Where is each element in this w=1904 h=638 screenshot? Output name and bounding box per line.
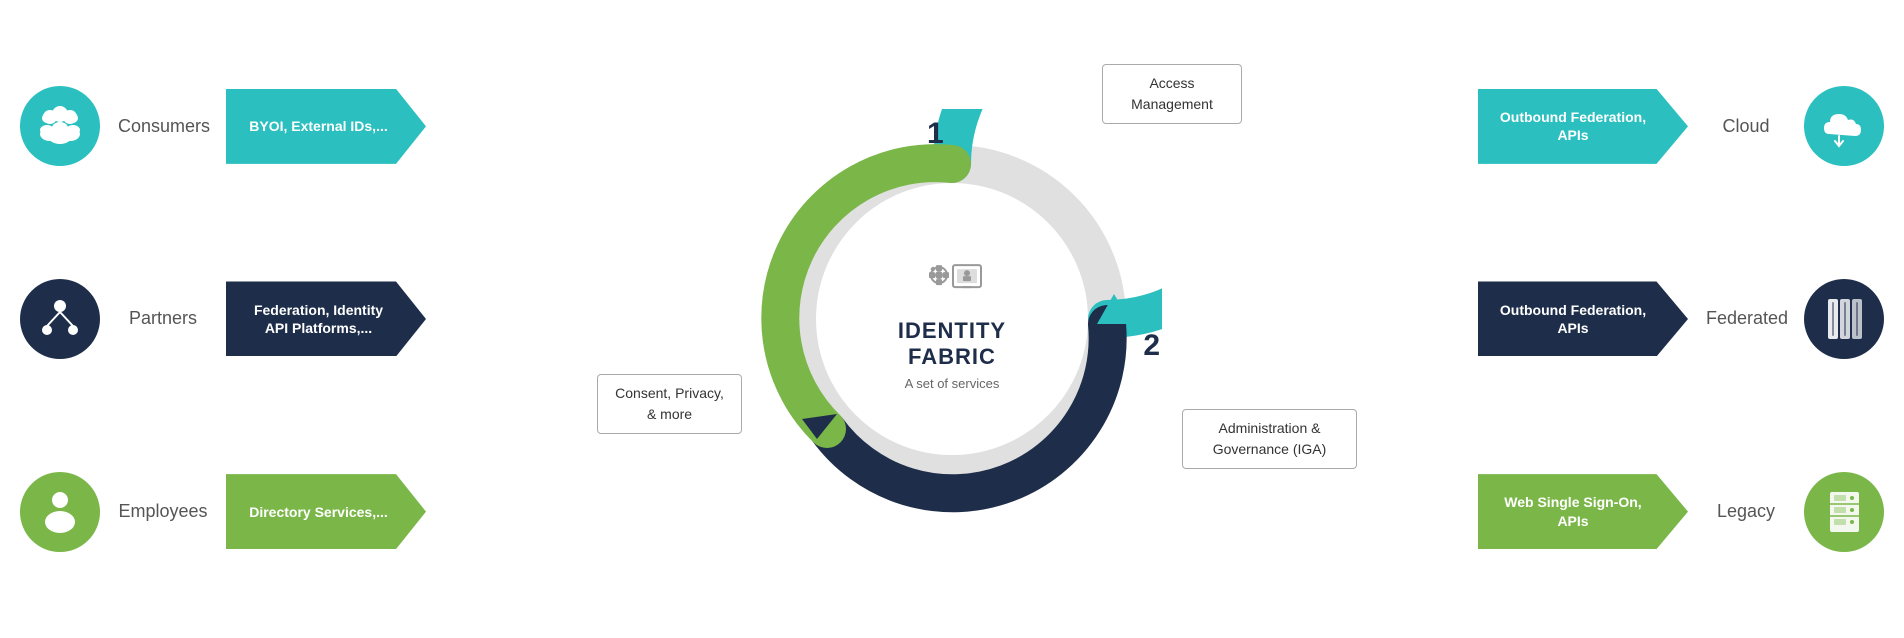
federated-label: Federated — [1706, 308, 1786, 329]
callout-access-management: Access Management — [1102, 64, 1242, 124]
diagram-container: Consumers BYOI, External IDs,... Partner… — [0, 0, 1904, 638]
employees-arrow: Directory Services,... — [226, 474, 426, 549]
legacy-arrow: Web Single Sign-On, APIs — [1478, 474, 1688, 549]
consumers-label: Consumers — [118, 116, 208, 137]
legacy-icon — [1804, 472, 1884, 552]
consumers-icon — [20, 86, 100, 166]
center-diagram: 1 2 3 — [742, 109, 1162, 529]
consumers-arrow: BYOI, External IDs,... — [226, 89, 426, 164]
partners-label: Partners — [118, 308, 208, 329]
federated-arrow: Outbound Federation, APIs — [1478, 281, 1688, 356]
center-subtitle: A set of services — [852, 376, 1052, 391]
left-section: Consumers BYOI, External IDs,... Partner… — [20, 0, 480, 638]
center-title: IDENTITY FABRIC — [852, 318, 1052, 371]
partners-arrow: Federation, Identity API Platforms,... — [226, 281, 426, 356]
employees-icon — [20, 472, 100, 552]
callout-administration-iga: Administration &Governance (IGA) — [1182, 409, 1357, 469]
partners-row: Partners Federation, Identity API Platfo… — [20, 279, 480, 359]
cloud-arrow: Outbound Federation, APIs — [1478, 89, 1688, 164]
legacy-row: Web Single Sign-On, APIs Legacy — [1424, 472, 1884, 552]
cloud-icon — [1804, 86, 1884, 166]
right-section: Outbound Federation, APIs Cloud Outbound… — [1424, 0, 1884, 638]
partners-icon — [20, 279, 100, 359]
federated-row: Outbound Federation, APIs Federated — [1424, 279, 1884, 359]
federated-icon — [1804, 279, 1884, 359]
center-gear-icon — [852, 247, 1052, 312]
num-3-label: 3 — [867, 465, 884, 499]
legacy-label: Legacy — [1706, 501, 1786, 522]
employees-label: Employees — [118, 501, 208, 522]
num-1-label: 1 — [927, 117, 944, 151]
employees-row: Employees Directory Services,... — [20, 472, 480, 552]
consumers-row: Consumers BYOI, External IDs,... — [20, 86, 480, 166]
cloud-row: Outbound Federation, APIs Cloud — [1424, 86, 1884, 166]
center-content: IDENTITY FABRIC A set of services — [852, 247, 1052, 391]
callout-consent-privacy: Consent, Privacy,& more — [597, 374, 742, 434]
cloud-label: Cloud — [1706, 116, 1786, 137]
num-2-label: 2 — [1143, 329, 1160, 363]
